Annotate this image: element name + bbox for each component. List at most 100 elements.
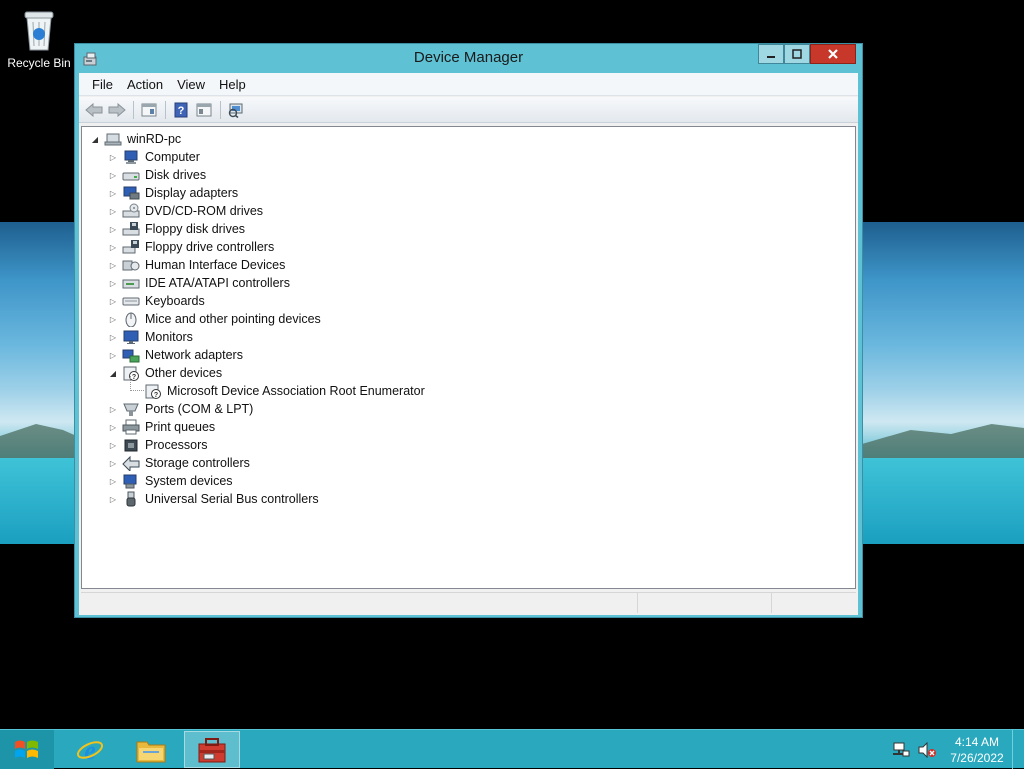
tree-category-ide-controller[interactable]: ▷ IDE ATA/ATAPI controllers xyxy=(108,274,290,292)
scan-hardware-icon xyxy=(228,103,243,118)
tree-category-processor[interactable]: ▷ Processors xyxy=(108,436,208,454)
scan-hardware-button[interactable] xyxy=(225,100,247,120)
recycle-bin-label: Recycle Bin xyxy=(7,56,71,70)
tree-category-label: Disk drives xyxy=(145,168,207,182)
menu-bar: File Action View Help xyxy=(79,73,858,96)
expand-arrow-icon[interactable]: ▷ xyxy=(108,225,118,234)
collapse-arrow-icon[interactable]: ◢ xyxy=(90,135,100,144)
device-manager-window: Device Manager File Action View Help ? ◢… xyxy=(74,43,863,618)
menu-help[interactable]: Help xyxy=(212,77,253,92)
status-segment xyxy=(772,593,856,613)
status-bar xyxy=(81,592,856,613)
maximize-button[interactable] xyxy=(784,44,810,64)
tree-category-unknown-device[interactable]: ◢? Other devices xyxy=(108,364,222,382)
help-button[interactable]: ? xyxy=(170,100,192,120)
expand-arrow-icon[interactable]: ▷ xyxy=(108,171,118,180)
tree-category-dvd-drive[interactable]: ▷ DVD/CD-ROM drives xyxy=(108,202,263,220)
expand-arrow-icon[interactable]: ▷ xyxy=(108,153,118,162)
floppy-controller-icon xyxy=(122,240,139,254)
menu-action[interactable]: Action xyxy=(120,77,170,92)
system-device-icon xyxy=(123,474,137,489)
volume-tray-button[interactable] xyxy=(916,739,938,761)
svg-text:e: e xyxy=(84,736,96,765)
back-button[interactable] xyxy=(83,100,105,120)
expand-arrow-icon[interactable]: ▷ xyxy=(108,279,118,288)
file-explorer-icon xyxy=(136,741,166,762)
window-client-area: File Action View Help ? ◢ winRD-pc ▷ Com… xyxy=(79,73,858,615)
display-adapter-icon xyxy=(123,186,140,200)
tree-category-printer[interactable]: ▷ Print queues xyxy=(108,418,215,436)
expand-arrow-icon[interactable]: ▷ xyxy=(108,333,118,342)
toolbar-separator xyxy=(165,100,166,119)
tree-category-port[interactable]: ▷ Ports (COM & LPT) xyxy=(108,400,253,418)
tree-category-usb[interactable]: ▷ Universal Serial Bus controllers xyxy=(108,490,319,508)
expand-arrow-icon[interactable]: ▷ xyxy=(108,477,118,486)
tree-category-label: Floppy drive controllers xyxy=(145,240,275,254)
expand-arrow-icon[interactable]: ▷ xyxy=(108,189,118,198)
internet-explorer-icon: e xyxy=(76,736,104,765)
svg-text:?: ? xyxy=(154,392,158,399)
properties-icon xyxy=(141,103,157,116)
expand-arrow-icon[interactable]: ▷ xyxy=(108,261,118,270)
expand-arrow-icon[interactable]: ▷ xyxy=(108,243,118,252)
forward-button[interactable] xyxy=(106,100,128,120)
start-button[interactable] xyxy=(0,730,54,769)
clock[interactable]: 4:14 AM 7/26/2022 xyxy=(942,734,1012,766)
tree-category-label: Display adapters xyxy=(145,186,239,200)
device-tree[interactable]: ◢ winRD-pc ▷ Computer ▷ Disk drives ▷ Display… xyxy=(81,126,856,589)
device-manager-taskbar-button[interactable] xyxy=(184,731,240,768)
tree-category-label: Universal Serial Bus controllers xyxy=(145,492,319,506)
expand-arrow-icon[interactable]: ▷ xyxy=(108,405,118,414)
tree-category-storage-controller[interactable]: ▷ Storage controllers xyxy=(108,454,250,472)
tree-category-network-adapter[interactable]: ▷ Network adapters xyxy=(108,346,243,364)
show-desktop-button[interactable] xyxy=(1012,730,1024,769)
menu-view[interactable]: View xyxy=(170,77,212,92)
keyboard-icon xyxy=(122,297,140,306)
properties-button[interactable] xyxy=(138,100,160,120)
recycle-bin-shortcut[interactable]: Recycle Bin xyxy=(4,6,74,70)
tree-category-disk-drive[interactable]: ▷ Disk drives xyxy=(108,166,206,184)
expand-arrow-icon[interactable]: ▷ xyxy=(108,315,118,324)
expand-arrow-icon[interactable]: ▷ xyxy=(108,441,118,450)
tree-category-hid[interactable]: ▷ Human Interface Devices xyxy=(108,256,285,274)
file-explorer-taskbar-button[interactable] xyxy=(123,731,179,768)
tree-category-computer[interactable]: ▷ Computer xyxy=(108,148,200,166)
expand-arrow-icon[interactable]: ▷ xyxy=(108,207,118,216)
expand-arrow-icon[interactable]: ▷ xyxy=(108,423,118,432)
hid-icon xyxy=(122,260,140,271)
internet-explorer-taskbar-button[interactable]: e xyxy=(62,731,118,768)
network-icon xyxy=(893,742,910,756)
tree-category-system-device[interactable]: ▷ System devices xyxy=(108,472,233,490)
tree-category-floppy-drive[interactable]: ▷ Floppy disk drives xyxy=(108,220,245,238)
clock-time: 4:14 AM xyxy=(954,734,1000,749)
minimize-button[interactable] xyxy=(758,44,784,64)
tree-category-label: Processors xyxy=(145,438,208,452)
maximize-icon xyxy=(792,49,802,59)
tree-category-label: Other devices xyxy=(145,366,223,380)
tree-category-label: Ports (COM & LPT) xyxy=(145,402,254,416)
expand-arrow-icon[interactable]: ▷ xyxy=(108,351,118,360)
tree-root[interactable]: ◢ winRD-pc xyxy=(90,130,181,148)
show-hide-button[interactable] xyxy=(193,100,215,120)
tree-category-floppy-controller[interactable]: ▷ Floppy drive controllers xyxy=(108,238,274,256)
close-icon xyxy=(828,49,838,59)
back-arrow-icon xyxy=(85,102,103,117)
tree-category-mouse[interactable]: ▷ Mice and other pointing devices xyxy=(108,310,321,328)
tree-category-label: Monitors xyxy=(145,330,193,344)
tree-category-display-adapter[interactable]: ▷ Display adapters xyxy=(108,184,238,202)
expand-arrow-icon[interactable]: ▷ xyxy=(108,459,118,468)
network-tray-button[interactable] xyxy=(890,739,912,761)
tree-category-label: Mice and other pointing devices xyxy=(145,312,321,326)
tree-category-monitor[interactable]: ▷ Monitors xyxy=(108,328,193,346)
tree-category-keyboard[interactable]: ▷ Keyboards xyxy=(108,292,205,310)
menu-file[interactable]: File xyxy=(85,77,120,92)
expand-arrow-icon[interactable]: ▷ xyxy=(108,495,118,504)
tree-device-item[interactable]: ? Microsoft Device Association Root Enume… xyxy=(144,382,425,400)
collapse-arrow-icon[interactable]: ◢ xyxy=(108,369,118,378)
device-manager-icon xyxy=(198,737,226,762)
expand-arrow-icon[interactable]: ▷ xyxy=(108,297,118,306)
title-bar[interactable]: Device Manager xyxy=(75,44,862,72)
tree-category-label: System devices xyxy=(145,474,233,488)
close-button[interactable] xyxy=(810,44,856,64)
window-title: Device Manager xyxy=(413,49,524,66)
